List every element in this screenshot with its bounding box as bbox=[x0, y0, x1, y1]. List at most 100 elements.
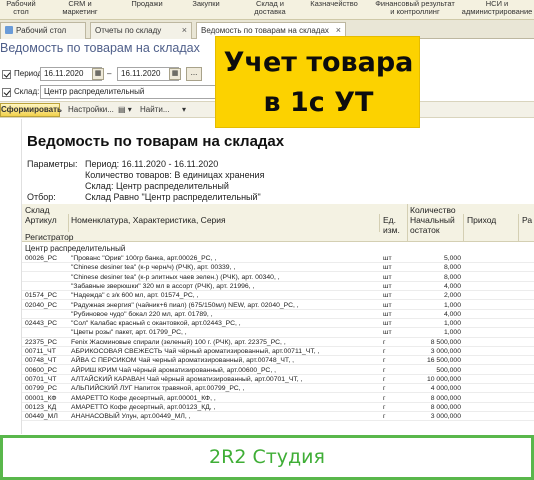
warehouse-row: Склад: Центр распределительный bbox=[0, 84, 240, 100]
row-quantity: 4 000,000 bbox=[430, 385, 461, 393]
header-nomenclature: Номенклатура, Характеристика, Серия bbox=[71, 215, 226, 225]
warehouse-checkbox[interactable] bbox=[2, 88, 11, 97]
row-quantity: 1,000 bbox=[443, 329, 461, 337]
row-article: 22375_РС bbox=[25, 338, 58, 346]
table-row[interactable]: "Chinese desiner tea" (к-р черн/ч) (РЧК)… bbox=[22, 263, 534, 273]
section-purchases[interactable]: Закупки bbox=[188, 0, 224, 20]
table-row[interactable]: "Цветы розы" пакет, арт. 01799_РС, , шт 1,… bbox=[22, 328, 534, 338]
row-name: "Цветы розы" пакет, арт. 01799_РС, , bbox=[71, 329, 187, 337]
row-quantity: 16 500,000 bbox=[426, 357, 461, 365]
table-row[interactable]: "Забавные зверюшки" 320 мл в ассорт (РЧК… bbox=[22, 282, 534, 292]
row-article: 00799_РС bbox=[25, 385, 58, 393]
tab-warehouse-reports[interactable]: Отчеты по складу × bbox=[90, 22, 192, 39]
table-row[interactable]: 00449_МЛ АНАНАСОВЫЙ Улун, арт.00449_МЛ, ,… bbox=[22, 412, 534, 422]
row-name: АЙВА С ПЕРСИКОМ Чай черный ароматизирова… bbox=[71, 357, 294, 365]
table-row[interactable]: 02443_РС "Сол" Калабас красный с окантовк… bbox=[22, 319, 534, 329]
row-name: АЙРИШ КРИМ Чай чёрный ароматизированный,… bbox=[71, 366, 276, 374]
footer-banner: 2R2 Студия bbox=[0, 435, 534, 480]
section-desktop[interactable]: Рабочий стол bbox=[2, 0, 40, 20]
section-crm[interactable]: CRM и маркетинг bbox=[60, 0, 100, 20]
section-warehouse[interactable]: Склад и доставка bbox=[250, 0, 290, 20]
period-row: Период: 16.11.2020 ▦ – 16.11.2020 ▦ ... bbox=[0, 66, 240, 82]
tab-label: Рабочий стол bbox=[16, 26, 67, 35]
warehouse-field[interactable]: Центр распределительный bbox=[40, 85, 218, 99]
table-row[interactable]: "Рубиновое чудо" бокал 220 мл, арт. 0178… bbox=[22, 310, 534, 319]
find-button[interactable]: Найти... bbox=[140, 102, 170, 118]
row-unit: шт bbox=[383, 282, 392, 290]
tab-desktop[interactable]: Рабочий стол bbox=[0, 22, 86, 39]
table-row[interactable]: 00026_РС "Прованс "Орив" 100гр банка, арт… bbox=[22, 254, 534, 264]
row-unit: г bbox=[383, 348, 386, 355]
generate-button[interactable]: Сформировать bbox=[0, 103, 62, 117]
row-unit: г bbox=[383, 413, 386, 421]
header-quantity: Количество bbox=[410, 205, 456, 215]
table-row[interactable]: "Chinese desiner tea" (к-р элитных чаев … bbox=[22, 273, 534, 282]
table-row[interactable]: 02040_РС "Радужная энергия" (чайник+6 пиа… bbox=[22, 301, 534, 310]
row-quantity: 1,000 bbox=[443, 301, 461, 309]
row-unit: шт bbox=[383, 329, 392, 337]
row-quantity: 8 000,000 bbox=[430, 403, 461, 411]
table-row[interactable]: 01574_РС "Надежда" с з/к 600 мл, арт. 015… bbox=[22, 291, 534, 301]
row-unit: г bbox=[383, 403, 386, 411]
section-label-line2: маркетинг bbox=[62, 7, 98, 16]
section-label-line2: и контроллинг bbox=[390, 7, 440, 16]
print-icon[interactable]: ▤ ▾ bbox=[118, 102, 132, 118]
row-unit: г bbox=[383, 338, 386, 346]
section-label-line1: Продажи bbox=[131, 0, 163, 8]
header-warehouse: Склад bbox=[25, 205, 50, 215]
row-quantity: 8,000 bbox=[443, 273, 461, 281]
row-unit: шт bbox=[383, 292, 392, 300]
settings-button[interactable]: Настройки... bbox=[68, 102, 114, 118]
params-period: Период: 16.11.2020 - 16.11.2020 bbox=[85, 159, 219, 169]
table-row[interactable]: 22375_РС Fenix Жасминовые спирали (зелены… bbox=[22, 338, 534, 347]
row-quantity: 500,000 bbox=[436, 366, 461, 374]
table-row[interactable]: 00799_РС АЛЬПИЙСКИЙ ЛУГ Напиток травяной,… bbox=[22, 384, 534, 394]
group-row: Центр распределительный bbox=[22, 244, 534, 254]
row-name: "Прованс "Орив" 100гр банка, арт.00026_Р… bbox=[71, 255, 217, 262]
row-unit: шт bbox=[383, 320, 392, 328]
header-article: Артикул bbox=[25, 215, 57, 225]
row-name: "Сол" Калабас красный с окантовкой, арт.… bbox=[71, 320, 241, 328]
footer-brand: 2R2 Студия bbox=[209, 446, 325, 468]
table-row[interactable]: 00748_ЧТ АЙВА С ПЕРСИКОМ Чай черный арома… bbox=[22, 356, 534, 366]
table-row[interactable]: 00600_РС АЙРИШ КРИМ Чай чёрный ароматизир… bbox=[22, 366, 534, 375]
section-treasury[interactable]: Казначейство bbox=[308, 0, 360, 20]
row-name: АМАРЕТТО Кофе десертный, арт.00001_КФ, , bbox=[71, 394, 216, 402]
section-finance[interactable]: Финансовый результат и контроллинг bbox=[372, 0, 458, 20]
row-article: 00026_РС bbox=[25, 255, 58, 262]
table-row[interactable]: 00001_КФ АМАРЕТТО Кофе десертный, арт.000… bbox=[22, 394, 534, 403]
row-quantity: 5,000 bbox=[443, 255, 461, 262]
row-name: АМАРЕТТО Кофе десертный, арт.00123_КД, , bbox=[71, 403, 216, 411]
settings-label: Настройки... bbox=[68, 105, 114, 114]
header-income: Приход bbox=[467, 215, 497, 225]
row-quantity: 3 000,000 bbox=[430, 348, 461, 355]
period-checkbox[interactable] bbox=[2, 70, 11, 79]
row-unit: шт bbox=[383, 273, 392, 281]
params-qty: Количество товаров: В единицах хранения bbox=[85, 170, 265, 180]
section-label-line2: стол bbox=[13, 7, 29, 16]
report-gutter bbox=[0, 119, 22, 434]
table-row[interactable]: 00123_КД АМАРЕТТО Кофе десертный, арт.001… bbox=[22, 403, 534, 412]
header-opening-1: Начальный bbox=[410, 215, 455, 225]
row-article: 00123_КД bbox=[25, 403, 57, 411]
table-row[interactable]: 00701_ЧТ АЛТАЙСКИЙ КАРАВАН Чай чёрный аро… bbox=[22, 375, 534, 385]
calendar-icon[interactable]: ▦ bbox=[92, 68, 104, 80]
title-badge: Учет товара в 1с УТ bbox=[215, 36, 420, 128]
row-unit: шт bbox=[383, 301, 392, 309]
tab-label: Отчеты по складу bbox=[95, 26, 162, 35]
row-article: 00001_КФ bbox=[25, 394, 57, 402]
row-article: 02040_РС bbox=[25, 301, 58, 309]
find-label: Найти... bbox=[140, 105, 170, 114]
section-admin[interactable]: НСИ и администрирование bbox=[460, 0, 534, 20]
calendar-icon[interactable]: ▦ bbox=[169, 68, 181, 80]
table-row[interactable]: 00711_ЧТ АБРИКОСОВАЯ СВЕЖЕСТЬ Чай чёрный … bbox=[22, 347, 534, 357]
row-unit: шт bbox=[383, 264, 392, 272]
params-label: Параметры: bbox=[27, 159, 78, 169]
row-article: 00748_ЧТ bbox=[25, 357, 57, 365]
section-sales[interactable]: Продажи bbox=[127, 0, 167, 20]
row-article: 00711_ЧТ bbox=[25, 348, 56, 355]
row-quantity: 3 000,000 bbox=[430, 413, 461, 421]
period-select-button[interactable]: ... bbox=[186, 67, 202, 81]
close-icon[interactable]: × bbox=[182, 23, 187, 38]
more-icon[interactable]: ▾ bbox=[182, 102, 186, 118]
